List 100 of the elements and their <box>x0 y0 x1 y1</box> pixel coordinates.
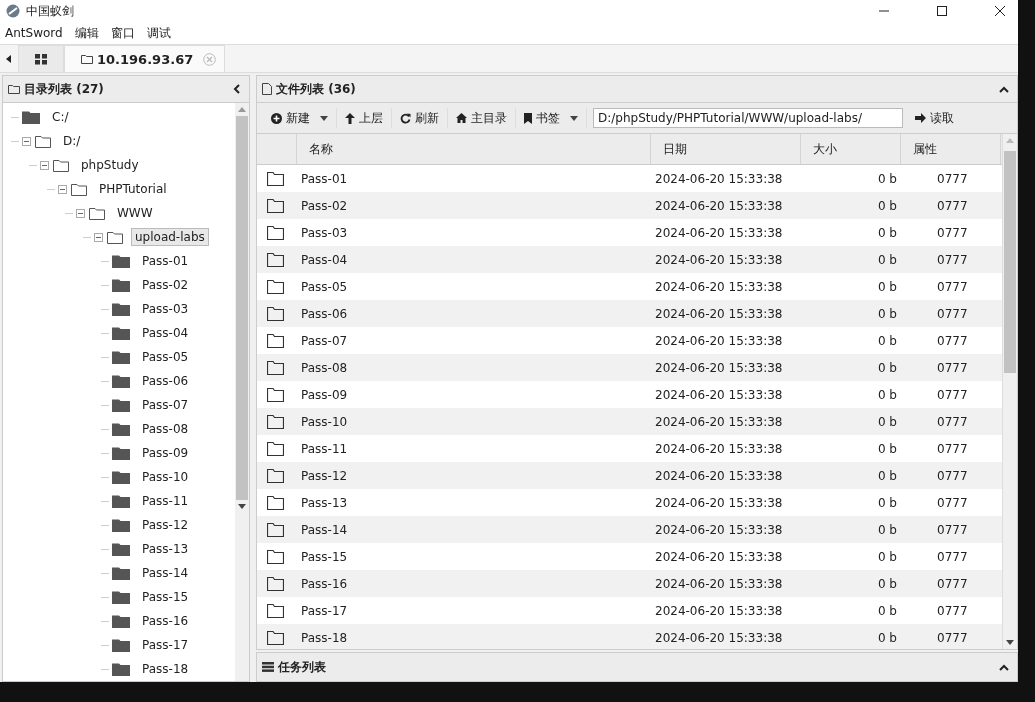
tree-item[interactable]: Pass-16 <box>138 612 193 630</box>
tree-item[interactable]: Pass-02 <box>138 276 193 294</box>
tree-item[interactable]: Pass-17 <box>138 636 193 654</box>
collapse-icon[interactable] <box>999 85 1009 93</box>
tree-item[interactable]: phpStudy <box>77 156 143 174</box>
file-name[interactable]: Pass-16 <box>297 570 651 597</box>
toolbar-button[interactable]: 书签 <box>516 109 586 127</box>
file-name[interactable]: Pass-09 <box>297 381 651 408</box>
file-name[interactable]: Pass-04 <box>297 246 651 273</box>
tree-item[interactable]: Pass-13 <box>138 540 193 558</box>
folder-icon <box>267 495 284 510</box>
path-field[interactable]: D:/phpStudy/PHPTutorial/WWW/upload-labs/ <box>593 108 903 128</box>
scroll-down-icon[interactable] <box>1006 640 1014 645</box>
tree-item[interactable]: upload-labs <box>131 228 209 246</box>
folder-icon <box>267 522 284 537</box>
file-name[interactable]: Pass-17 <box>297 597 651 624</box>
collapse-toggle-icon[interactable] <box>76 208 85 218</box>
tree-item[interactable]: Pass-15 <box>138 588 193 606</box>
folder-icon <box>35 134 51 148</box>
permission-cell-text: 0777 <box>936 224 969 242</box>
folder-icon <box>89 206 105 220</box>
menu-item[interactable]: 窗口 <box>110 24 135 42</box>
file-name[interactable]: Pass-10 <box>297 408 651 435</box>
folder-icon <box>267 468 284 483</box>
file-name[interactable]: Pass-14 <box>297 516 651 543</box>
menu-item[interactable]: 调试 <box>146 24 171 42</box>
close-icon[interactable] <box>994 5 1006 17</box>
permission-cell-text: 0777 <box>936 629 969 647</box>
file-name[interactable]: Pass-06 <box>297 300 651 327</box>
file-name[interactable]: Pass-07 <box>297 327 651 354</box>
toolbar-button[interactable]: 主目录 <box>448 109 515 127</box>
column-header[interactable]: 大小 <box>801 134 901 164</box>
tree-item[interactable]: C:/ <box>48 108 73 126</box>
menu-item[interactable]: AntSword <box>5 26 63 40</box>
tree-item[interactable]: Pass-10 <box>138 468 193 486</box>
folder-icon <box>107 230 123 244</box>
panel-title: 任务列表 <box>278 658 326 676</box>
tree-item[interactable]: Pass-05 <box>138 348 193 366</box>
toolbar-button[interactable]: 上层 <box>337 109 391 127</box>
tree-item[interactable]: Pass-01 <box>138 252 193 270</box>
date-cell-text: 2024-06-20 15:33:38 <box>654 386 784 404</box>
grid-icon <box>35 53 47 65</box>
connection-tab[interactable]: 10.196.93.67 <box>64 45 226 72</box>
tree-item[interactable]: Pass-07 <box>138 396 193 414</box>
collapse-toggle-icon[interactable] <box>58 184 67 194</box>
tree-item[interactable]: Pass-08 <box>138 420 193 438</box>
permission-cell-text: 0777 <box>936 278 969 296</box>
scrollbar[interactable] <box>1002 134 1017 649</box>
folder-icon <box>53 158 69 172</box>
tree-item[interactable]: Pass-09 <box>138 444 193 462</box>
file-name[interactable]: Pass-08 <box>297 354 651 381</box>
scrollbar[interactable] <box>235 103 249 681</box>
tree-item[interactable]: PHPTutorial <box>95 180 171 198</box>
tree-item[interactable]: Pass-03 <box>138 300 193 318</box>
home-icon <box>456 113 467 123</box>
collapse-toggle-icon[interactable] <box>22 136 31 146</box>
scroll-down-icon[interactable] <box>238 504 246 509</box>
file-name[interactable]: Pass-01 <box>297 165 651 192</box>
tree-item[interactable]: Pass-06 <box>138 372 193 390</box>
read-button[interactable]: 读取 <box>907 109 962 127</box>
file-name[interactable]: Pass-03 <box>297 219 651 246</box>
column-header[interactable]: 名称 <box>297 134 651 164</box>
window-title: 中国蚁剑 <box>26 2 74 20</box>
column-header[interactable]: 日期 <box>651 134 801 164</box>
collapse-icon[interactable] <box>233 84 241 94</box>
size-cell-text: 0 b <box>876 386 898 404</box>
file-name[interactable]: Pass-13 <box>297 489 651 516</box>
collapse-toggle-icon[interactable] <box>94 232 103 242</box>
file-name[interactable]: Pass-12 <box>297 462 651 489</box>
tree-item[interactable]: Pass-14 <box>138 564 193 582</box>
file-name[interactable]: Pass-02 <box>297 192 651 219</box>
toolbar-button[interactable]: 刷新 <box>392 109 447 127</box>
date-cell-text: 2024-06-20 15:33:38 <box>654 494 784 512</box>
column-header[interactable]: 属性 <box>901 134 1001 164</box>
date-cell-text: 2024-06-20 15:33:38 <box>654 278 784 296</box>
file-name[interactable]: Pass-15 <box>297 543 651 570</box>
collapse-toggle-icon[interactable] <box>40 160 49 170</box>
tree-item[interactable]: Pass-18 <box>138 660 193 678</box>
tree-item[interactable]: Pass-04 <box>138 324 193 342</box>
permission-cell-text: 0777 <box>936 467 969 485</box>
tree-item[interactable]: WWW <box>113 204 157 222</box>
file-name[interactable]: Pass-18 <box>297 624 651 649</box>
tree-item[interactable]: Pass-12 <box>138 516 193 534</box>
tree-item[interactable]: D:/ <box>59 132 85 150</box>
maximize-icon[interactable] <box>936 5 948 17</box>
expand-icon[interactable] <box>999 663 1009 671</box>
menu-item[interactable]: 编辑 <box>74 24 99 42</box>
home-tab[interactable] <box>18 45 64 72</box>
date-cell-text: 2024-06-20 15:33:38 <box>654 305 784 323</box>
scroll-left-icon[interactable] <box>6 55 12 63</box>
file-name[interactable]: Pass-05 <box>297 273 651 300</box>
folder-icon <box>267 576 284 591</box>
permission-cell-text: 0777 <box>936 575 969 593</box>
list-icon <box>262 662 274 672</box>
tree-item[interactable]: Pass-11 <box>138 492 193 510</box>
file-name[interactable]: Pass-11 <box>297 435 651 462</box>
bookmark-icon <box>524 112 532 124</box>
size-cell-text: 0 b <box>876 602 898 620</box>
permission-cell-text: 0777 <box>936 413 969 431</box>
toolbar-button[interactable]: 新建 <box>263 109 336 127</box>
